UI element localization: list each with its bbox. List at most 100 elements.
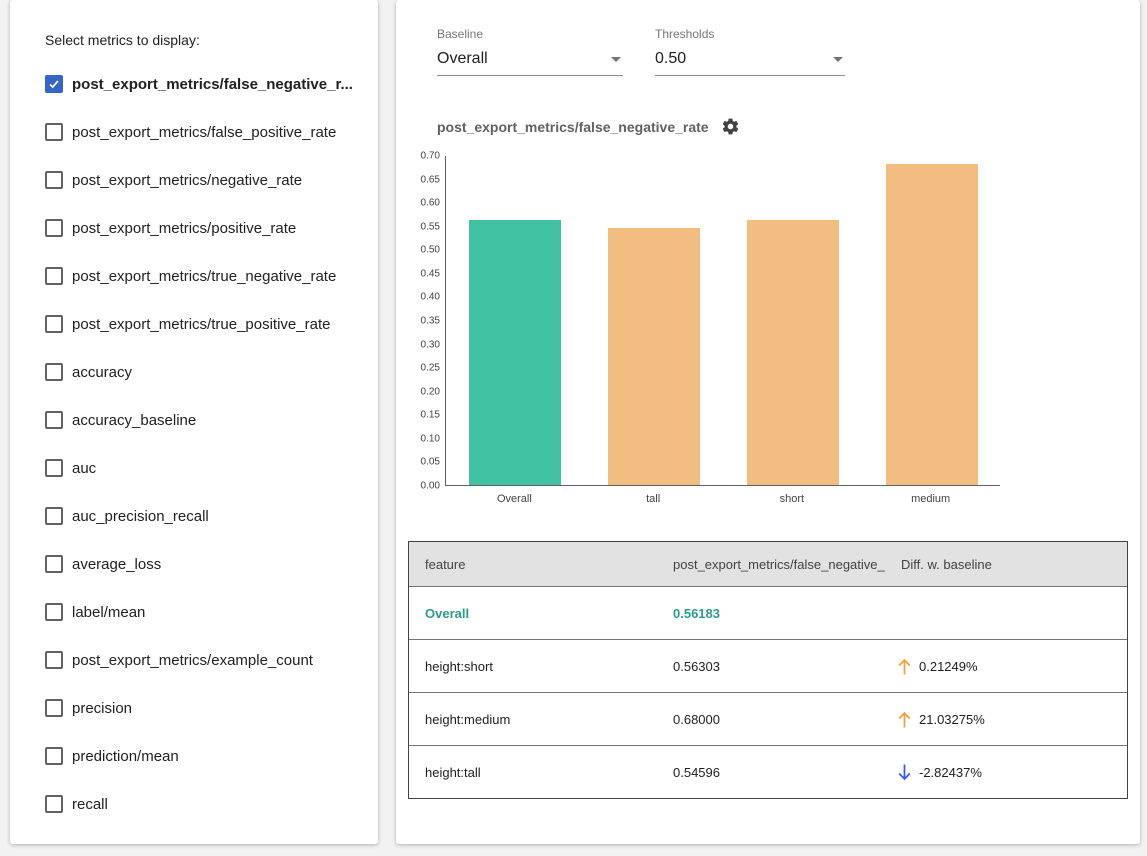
diff-value: 0.21249% [919, 659, 978, 674]
metric-checkbox-item[interactable]: auc [45, 444, 364, 492]
y-axis-tick-label: 0.50 [421, 245, 440, 256]
metric-label: prediction/mean [72, 748, 179, 765]
diff-value: 21.03275% [919, 712, 985, 727]
metric-checkbox-item[interactable]: post_export_metrics/true_negative_rate [45, 252, 364, 300]
y-axis-tick-label: 0.55 [421, 221, 440, 232]
bar-chart: 0.000.050.100.150.200.250.300.350.400.45… [401, 156, 1140, 508]
bar-short[interactable] [747, 220, 839, 485]
checkbox-unchecked-icon[interactable] [45, 747, 63, 765]
arrow-up-icon [897, 710, 919, 729]
checkbox-unchecked-icon[interactable] [45, 411, 63, 429]
metric-checkbox-item[interactable]: label/mean [45, 588, 364, 636]
metric-label: auc [72, 460, 96, 477]
metric-checkbox-item[interactable]: post_export_metrics/positive_rate [45, 204, 364, 252]
table-header-cell: Diff. w. baseline [885, 557, 1129, 572]
metric-checkbox-item[interactable]: recall [45, 780, 364, 828]
checkbox-unchecked-icon[interactable] [45, 651, 63, 669]
thresholds-label: Thresholds [655, 27, 845, 41]
metric-label: recall [72, 796, 108, 813]
metric-checkbox-item[interactable]: accuracy_baseline [45, 396, 364, 444]
metric-label: post_export_metrics/false_negative_r... [72, 76, 353, 93]
metric-label: post_export_metrics/false_positive_rate [72, 124, 336, 141]
feature-cell: Overall [409, 606, 657, 621]
y-axis-tick-label: 0.65 [421, 174, 440, 185]
table-row[interactable]: height:short0.56303 0.21249% [409, 639, 1127, 692]
chevron-down-icon [833, 57, 843, 62]
checkbox-unchecked-icon[interactable] [45, 507, 63, 525]
plot-wrap: Overalltallshortmedium [445, 156, 1000, 508]
metric-label: post_export_metrics/true_positive_rate [72, 316, 330, 333]
table-row[interactable]: height:medium0.6800021.03275% [409, 692, 1127, 745]
metric-checkbox-item[interactable]: post_export_metrics/false_positive_rate [45, 108, 364, 156]
metrics-select-panel: Select metrics to display: post_export_m… [10, 0, 378, 844]
metric-list: post_export_metrics/false_negative_r...p… [45, 60, 364, 828]
y-axis-tick-label: 0.10 [421, 433, 440, 444]
checkbox-unchecked-icon[interactable] [45, 123, 63, 141]
baseline-select[interactable]: Overall [437, 45, 623, 76]
metric-label: post_export_metrics/true_negative_rate [72, 268, 336, 285]
metric-checkbox-item[interactable]: post_export_metrics/example_count [45, 636, 364, 684]
plot-area [445, 156, 1000, 486]
feature-cell: height:short [409, 659, 657, 674]
chart-title: post_export_metrics/false_negative_rate [437, 119, 709, 135]
arrow-up-icon [897, 657, 919, 676]
metric-label: post_export_metrics/example_count [72, 652, 313, 669]
metric-checkbox-item[interactable]: auc_precision_recall [45, 492, 364, 540]
y-axis-tick-label: 0.35 [421, 316, 440, 327]
metric-checkbox-item[interactable]: post_export_metrics/true_positive_rate [45, 300, 364, 348]
metric-checkbox-item[interactable]: post_export_metrics/false_negative_r... [45, 60, 364, 108]
metric-label: post_export_metrics/positive_rate [72, 220, 296, 237]
checkbox-unchecked-icon[interactable] [45, 363, 63, 381]
diff-value: -2.82437% [919, 765, 982, 780]
thresholds-control: Thresholds 0.50 [655, 27, 845, 76]
metric-checkbox-item[interactable]: accuracy [45, 348, 364, 396]
metrics-panel-title: Select metrics to display: [45, 32, 364, 48]
table-row[interactable]: height:tall0.54596-2.82437% [409, 745, 1127, 798]
checkbox-unchecked-icon[interactable] [45, 315, 63, 333]
bar-medium[interactable] [886, 164, 978, 485]
metric-label: average_loss [72, 556, 161, 573]
metric-checkbox-item[interactable]: prediction/mean [45, 732, 364, 780]
table-header-cell: post_export_metrics/false_negative_rat..… [657, 557, 885, 572]
checkbox-unchecked-icon[interactable] [45, 795, 63, 813]
checkbox-checked-icon[interactable] [45, 75, 63, 93]
metric-label: post_export_metrics/negative_rate [72, 172, 302, 189]
checkbox-unchecked-icon[interactable] [45, 171, 63, 189]
diff-cell: -2.82437% [885, 763, 1129, 782]
table-body: Overall0.56183 height:short0.56303 0.21249… [409, 586, 1127, 798]
y-axis-tick-label: 0.60 [421, 198, 440, 209]
metric-label: label/mean [72, 604, 145, 621]
checkbox-unchecked-icon[interactable] [45, 699, 63, 717]
y-axis-tick-label: 0.15 [421, 410, 440, 421]
x-axis-labels: Overalltallshortmedium [445, 486, 1000, 508]
checkbox-unchecked-icon[interactable] [45, 219, 63, 237]
thresholds-selected-value: 0.50 [655, 50, 686, 68]
bar-tall[interactable] [608, 228, 700, 485]
metric-value-cell: 0.56303 [657, 659, 885, 674]
metric-checkbox-item[interactable]: post_export_metrics/negative_rate [45, 156, 364, 204]
controls-row: Baseline Overall Thresholds 0.50 [437, 27, 1140, 76]
x-axis-tick-label: medium [911, 493, 950, 505]
table-header-row: featurepost_export_metrics/false_negativ… [409, 542, 1127, 586]
y-axis-tick-label: 0.25 [421, 363, 440, 374]
chart-header: post_export_metrics/false_negative_rate [437, 117, 1140, 136]
thresholds-select[interactable]: 0.50 [655, 45, 845, 76]
bar-Overall[interactable] [469, 220, 561, 485]
checkbox-unchecked-icon[interactable] [45, 267, 63, 285]
table-row[interactable]: Overall0.56183 [409, 586, 1127, 639]
x-axis-tick-label: Overall [497, 493, 532, 505]
y-axis-labels: 0.000.050.100.150.200.250.300.350.400.45… [401, 156, 445, 486]
arrow-down-icon [897, 763, 919, 782]
checkbox-unchecked-icon[interactable] [45, 603, 63, 621]
baseline-control: Baseline Overall [437, 27, 623, 76]
checkbox-unchecked-icon[interactable] [45, 459, 63, 477]
x-axis-tick-label: tall [646, 493, 660, 505]
gear-icon[interactable] [721, 117, 740, 136]
checkbox-unchecked-icon[interactable] [45, 555, 63, 573]
fairness-indicators-app: Select metrics to display: post_export_m… [0, 0, 1147, 856]
metric-value-cell: 0.56183 [657, 606, 885, 621]
diff-cell: 0.21249% [885, 657, 1129, 676]
metric-checkbox-item[interactable]: average_loss [45, 540, 364, 588]
metric-checkbox-item[interactable]: precision [45, 684, 364, 732]
y-axis-tick-label: 0.45 [421, 268, 440, 279]
